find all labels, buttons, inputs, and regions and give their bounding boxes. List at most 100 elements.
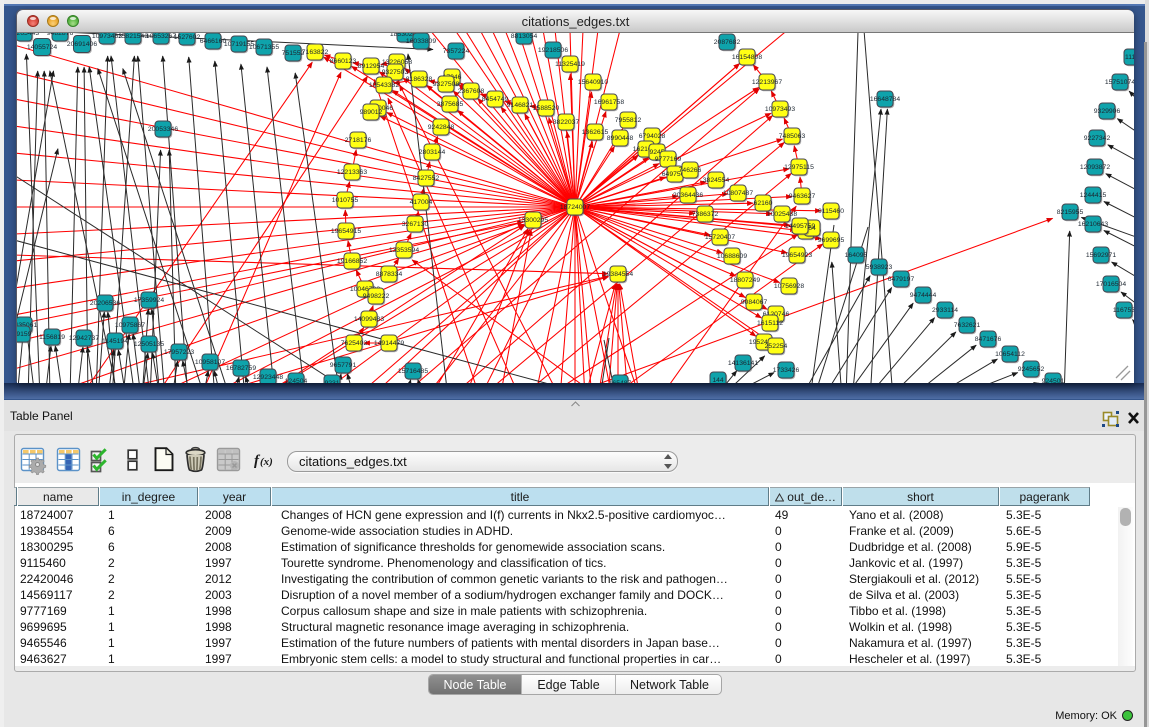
svg-text:16961758: 16961758 xyxy=(594,99,624,106)
svg-text:10807487: 10807487 xyxy=(723,190,753,197)
svg-text:8660123: 8660123 xyxy=(330,58,357,65)
svg-text:6794028: 6794028 xyxy=(639,133,666,140)
svg-text:8471676: 8471676 xyxy=(975,336,1002,343)
svg-text:12942737: 12942737 xyxy=(69,335,99,342)
svg-text:10653267: 10653267 xyxy=(146,33,176,40)
svg-text:14495759: 14495759 xyxy=(785,223,815,230)
svg-text:14099483: 14099483 xyxy=(354,316,384,323)
svg-text:16033809: 16033809 xyxy=(406,38,436,45)
svg-text:16648784: 16648784 xyxy=(870,96,900,103)
svg-text:2367608: 2367608 xyxy=(458,88,485,95)
svg-text:7357224: 7357224 xyxy=(443,48,470,55)
svg-text:17957223: 17957223 xyxy=(164,349,194,356)
svg-text:9327503: 9327503 xyxy=(382,69,409,76)
svg-text:19654915: 19654915 xyxy=(331,228,361,235)
svg-text:10975867: 10975867 xyxy=(115,322,145,329)
svg-text:924501: 924501 xyxy=(1042,378,1065,383)
svg-text:15751074: 15751074 xyxy=(1105,79,1134,86)
svg-text:7632621: 7632621 xyxy=(954,322,981,329)
svg-text:8990448: 8990448 xyxy=(607,135,634,142)
svg-text:1145194: 1145194 xyxy=(102,338,128,345)
svg-text:13300295: 13300295 xyxy=(518,217,548,224)
svg-text:62160: 62160 xyxy=(754,200,773,207)
svg-text:9245652: 9245652 xyxy=(1018,366,1045,373)
svg-text:9657791: 9657791 xyxy=(330,362,357,369)
svg-text:20691406: 20691406 xyxy=(67,41,97,48)
svg-text:15716485: 15716485 xyxy=(398,368,428,375)
svg-text:12923448: 12923448 xyxy=(253,374,283,381)
svg-text:9699695: 9699695 xyxy=(818,237,845,244)
svg-text:13353594: 13353594 xyxy=(389,247,419,254)
svg-text:9146821: 9146821 xyxy=(507,102,534,109)
svg-text:417004: 417004 xyxy=(410,199,433,206)
svg-text:116753: 116753 xyxy=(1113,307,1134,314)
svg-text:9227342: 9227342 xyxy=(1084,135,1111,142)
svg-text:8912954: 8912954 xyxy=(358,63,385,70)
svg-text:10543382: 10543382 xyxy=(369,82,399,89)
svg-text:1112: 1112 xyxy=(1125,54,1134,61)
svg-text:10958107: 10958107 xyxy=(195,359,225,366)
svg-text:9329906: 9329906 xyxy=(1094,108,1121,115)
svg-text:10025438: 10025438 xyxy=(767,211,797,218)
svg-text:15720407: 15720407 xyxy=(705,234,735,241)
svg-text:12213363: 12213363 xyxy=(337,169,367,176)
svg-text:989012: 989012 xyxy=(360,109,383,116)
svg-text:14055724: 14055724 xyxy=(27,44,57,51)
svg-text:9777169: 9777169 xyxy=(655,156,682,163)
svg-text:9474444: 9474444 xyxy=(910,292,937,299)
svg-text:746266: 746266 xyxy=(679,167,702,174)
svg-text:9463627: 9463627 xyxy=(789,193,816,200)
svg-text:39159: 39159 xyxy=(17,331,32,338)
svg-text:7625402: 7625402 xyxy=(341,340,368,347)
svg-text:1527602: 1527602 xyxy=(174,34,201,41)
svg-text:8454749: 8454749 xyxy=(482,96,509,103)
svg-text:10654112: 10654112 xyxy=(995,351,1025,358)
svg-text:19654923: 19654923 xyxy=(782,252,812,259)
svg-text:6479197: 6479197 xyxy=(888,276,915,283)
svg-text:10688609: 10688609 xyxy=(717,253,747,260)
svg-text:165487: 165487 xyxy=(609,380,632,383)
svg-text:8186328: 8186328 xyxy=(406,76,433,83)
svg-text:12505135: 12505135 xyxy=(134,341,164,348)
svg-text:14914479: 14914479 xyxy=(374,340,404,347)
svg-text:15692971: 15692971 xyxy=(1086,252,1116,259)
svg-text:8878334: 8878334 xyxy=(376,271,403,278)
svg-text:164095: 164095 xyxy=(845,252,868,259)
svg-text:12975115: 12975115 xyxy=(784,164,814,171)
svg-text:(x): (x) xyxy=(260,456,273,468)
svg-text:19218506: 19218506 xyxy=(538,47,568,54)
svg-text:20053346: 20053346 xyxy=(148,126,178,133)
svg-text:16782759: 16782759 xyxy=(226,365,256,372)
svg-text:144: 144 xyxy=(712,377,724,383)
svg-text:16154808: 16154808 xyxy=(732,54,762,61)
svg-text:8813054: 8813054 xyxy=(511,33,538,40)
svg-text:1588520: 1588520 xyxy=(533,105,560,112)
svg-text:18724007: 18724007 xyxy=(560,204,590,211)
svg-text:3822037: 3822037 xyxy=(553,119,580,126)
svg-text:1010755: 1010755 xyxy=(332,197,359,204)
svg-text:10671355: 10671355 xyxy=(249,44,279,51)
svg-text:3267130: 3267130 xyxy=(402,221,429,228)
svg-text:15640910: 15640910 xyxy=(578,79,608,86)
svg-text:18265443: 18265443 xyxy=(17,33,39,37)
svg-text:6466160: 6466160 xyxy=(200,38,227,45)
svg-text:252254: 252254 xyxy=(765,343,788,350)
svg-text:10973493: 10973493 xyxy=(765,106,795,113)
svg-text:1615112: 1615112 xyxy=(757,320,783,327)
svg-text:8427552: 8427552 xyxy=(413,175,440,182)
svg-text:9327508: 9327508 xyxy=(433,81,460,88)
svg-text:12093872: 12093872 xyxy=(1080,164,1110,171)
svg-text:7163822: 7163822 xyxy=(302,49,329,56)
svg-text:9482876: 9482876 xyxy=(47,33,74,37)
svg-text:8215955: 8215955 xyxy=(1057,209,1084,216)
svg-text:9498222: 9498222 xyxy=(363,293,390,300)
svg-text:11325419: 11325419 xyxy=(555,61,585,68)
svg-text:2087682: 2087682 xyxy=(714,39,741,46)
svg-text:1244415: 1244415 xyxy=(1080,192,1107,199)
svg-text:1733426: 1733426 xyxy=(773,367,800,374)
svg-text:19384554: 19384554 xyxy=(603,271,633,278)
svg-text:7955812: 7955812 xyxy=(615,117,642,124)
svg-text:124504: 124504 xyxy=(285,378,308,383)
svg-text:10756928: 10756928 xyxy=(774,283,804,290)
svg-text:3875685: 3875685 xyxy=(437,101,464,108)
